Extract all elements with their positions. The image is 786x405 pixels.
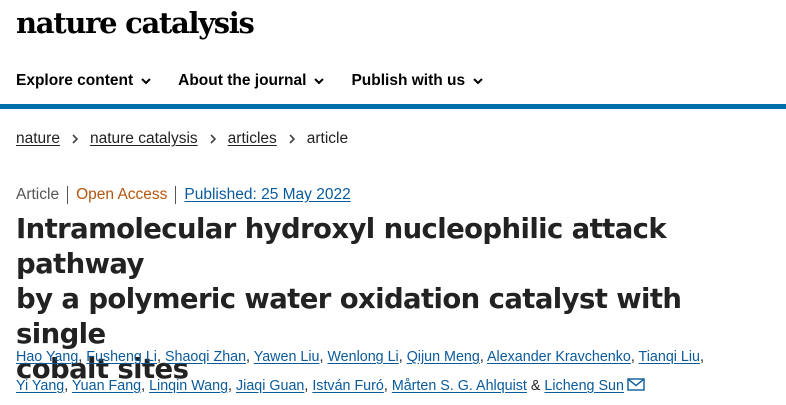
title-line: by a polymeric water oxidation catalyst … bbox=[16, 283, 682, 350]
author-separator: , bbox=[383, 378, 388, 394]
author-link[interactable]: Fusheng Li bbox=[86, 349, 157, 365]
author-separator: , bbox=[630, 349, 635, 365]
author-link[interactable]: Mårten S. G. Ahlquist bbox=[392, 378, 527, 394]
author-link[interactable]: Qijun Meng bbox=[407, 349, 480, 365]
author-link[interactable]: Tianqi Liu bbox=[639, 349, 700, 365]
author-link[interactable]: Yi Yang bbox=[16, 378, 64, 394]
title-line: Intramolecular hydroxyl nucleophilic att… bbox=[16, 213, 667, 280]
author-link[interactable]: Yuan Fang bbox=[72, 378, 141, 394]
author-link[interactable]: Wenlong Li bbox=[327, 349, 398, 365]
author-link-corresponding[interactable]: Licheng Sun bbox=[544, 378, 624, 394]
author-link[interactable]: Yawen Liu bbox=[254, 349, 320, 365]
breadcrumb-link-articles[interactable]: articles bbox=[228, 130, 277, 148]
published-date-link[interactable]: Published: 25 May 2022 bbox=[176, 186, 350, 204]
breadcrumb: nature nature catalysis articles article bbox=[16, 130, 348, 148]
author-link[interactable]: Alexander Kravchenko bbox=[487, 349, 631, 365]
chevron-right-icon bbox=[210, 134, 216, 144]
breadcrumb-link-nature[interactable]: nature bbox=[16, 130, 60, 148]
author-link[interactable]: Shaoqi Zhan bbox=[165, 349, 246, 365]
site-header: nature catalysis bbox=[16, 4, 255, 44]
author-separator: , bbox=[319, 349, 324, 365]
author-separator: , bbox=[246, 349, 251, 365]
author-link[interactable]: István Furó bbox=[312, 378, 384, 394]
nav-item-label: Explore content bbox=[16, 72, 134, 89]
nav-about-journal[interactable]: About the journal bbox=[178, 72, 325, 90]
author-separator: , bbox=[479, 349, 484, 365]
author-separator: , bbox=[304, 378, 309, 394]
author-joiner: & bbox=[530, 378, 541, 394]
author-link[interactable]: Hao Yang bbox=[16, 349, 78, 365]
chevron-right-icon bbox=[72, 134, 79, 144]
author-link[interactable]: Linqin Wang bbox=[149, 378, 228, 394]
nav-item-label: Publish with us bbox=[351, 72, 466, 89]
site-logo[interactable]: nature catalysis bbox=[16, 4, 255, 42]
author-separator: , bbox=[228, 378, 233, 394]
author-list: Hao Yang, Fusheng Li, Shaoqi Zhan, Yawen… bbox=[16, 343, 778, 401]
author-separator: , bbox=[398, 349, 403, 365]
nav-explore-content[interactable]: Explore content bbox=[16, 72, 152, 90]
author-separator: , bbox=[64, 378, 69, 394]
author-separator: , bbox=[157, 349, 161, 365]
chevron-right-icon bbox=[289, 134, 295, 144]
chevron-down-icon bbox=[314, 78, 325, 85]
nav-publish-with-us[interactable]: Publish with us bbox=[351, 72, 484, 90]
author-link[interactable]: Jiaqi Guan bbox=[236, 378, 304, 394]
author-separator: , bbox=[78, 349, 83, 365]
nav-accent-rule bbox=[0, 104, 786, 109]
nav-item-label: About the journal bbox=[178, 72, 307, 89]
chevron-down-icon bbox=[141, 78, 151, 85]
open-access-badge: Open Access bbox=[68, 186, 177, 204]
author-separator: , bbox=[700, 349, 704, 365]
breadcrumb-link-nature-catalysis[interactable]: nature catalysis bbox=[90, 130, 198, 148]
main-nav: Explore content About the journal Publis… bbox=[0, 58, 786, 104]
mail-icon[interactable] bbox=[627, 378, 645, 391]
breadcrumb-current: article bbox=[306, 130, 349, 147]
article-type: Article bbox=[16, 186, 69, 204]
article-meta: Article Open Access Published: 25 May 20… bbox=[16, 186, 351, 204]
chevron-down-icon bbox=[473, 78, 483, 85]
author-separator: , bbox=[141, 378, 146, 394]
